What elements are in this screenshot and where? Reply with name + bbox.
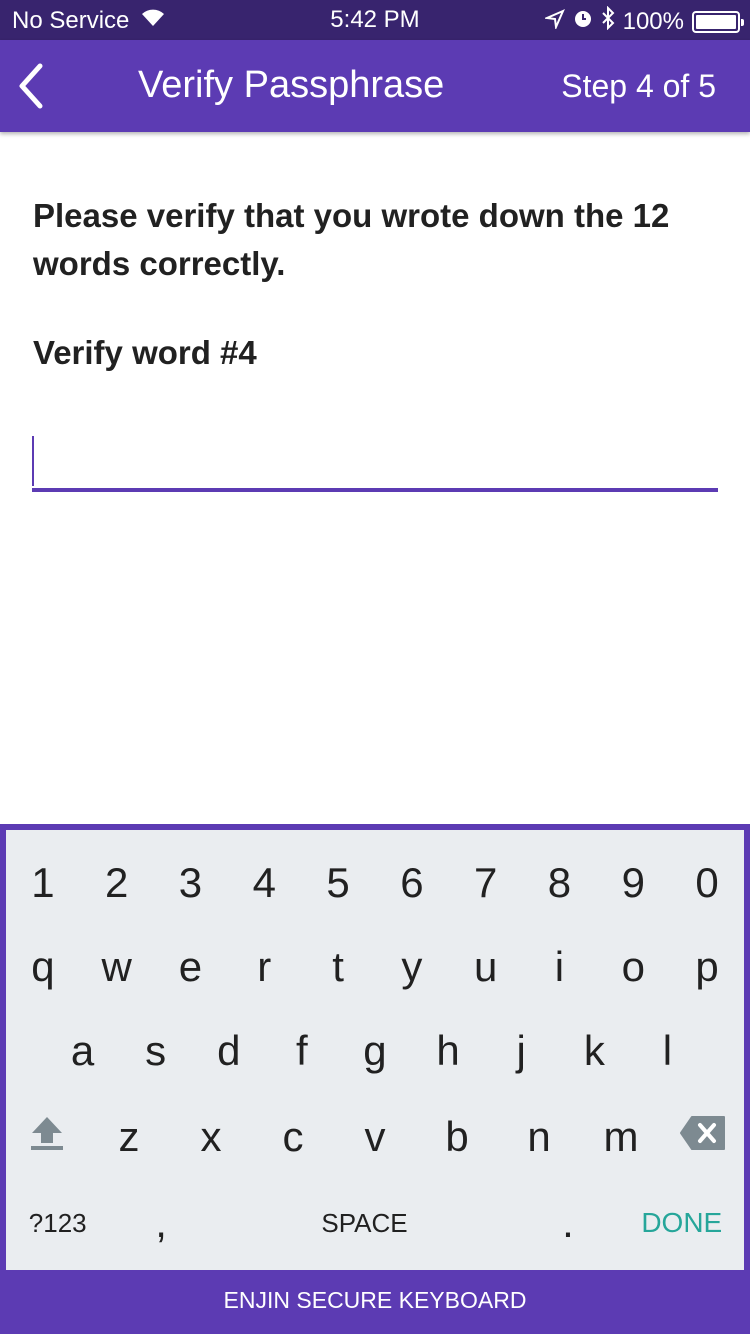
shift-icon bbox=[31, 1117, 63, 1150]
keyboard-row-bottom: ?123 , SPACE . DONE bbox=[6, 1180, 744, 1266]
key[interactable]: y bbox=[382, 943, 442, 991]
keyboard-row-numbers: 1 2 3 4 5 6 7 8 9 0 bbox=[6, 840, 744, 926]
key[interactable]: k bbox=[564, 1027, 624, 1075]
key[interactable]: 2 bbox=[87, 859, 147, 907]
period-key[interactable]: . bbox=[538, 1199, 598, 1247]
step-indicator: Step 4 of 5 bbox=[561, 68, 716, 104]
bluetooth-icon bbox=[601, 5, 615, 37]
key[interactable]: z bbox=[99, 1113, 159, 1161]
status-bar: No Service 5:42 PM 100% bbox=[0, 0, 750, 40]
key[interactable]: x bbox=[181, 1113, 241, 1161]
key[interactable]: e bbox=[160, 943, 220, 991]
back-button[interactable] bbox=[12, 60, 52, 112]
space-key[interactable]: SPACE bbox=[235, 1208, 495, 1239]
key[interactable]: n bbox=[509, 1113, 569, 1161]
key[interactable]: v bbox=[345, 1113, 405, 1161]
symbols-key[interactable]: ?123 bbox=[28, 1208, 88, 1239]
location-icon bbox=[542, 8, 565, 36]
key[interactable]: 3 bbox=[160, 859, 220, 907]
key[interactable]: 0 bbox=[677, 859, 737, 907]
key[interactable]: u bbox=[456, 943, 516, 991]
key[interactable]: m bbox=[591, 1113, 651, 1161]
key[interactable]: 1 bbox=[13, 859, 73, 907]
battery-icon bbox=[692, 10, 744, 33]
key[interactable]: p bbox=[677, 943, 737, 991]
shift-key[interactable] bbox=[17, 1113, 77, 1161]
instructions-text: Please verify that you wrote down the 12… bbox=[33, 197, 670, 282]
key[interactable]: s bbox=[126, 1027, 186, 1075]
done-key[interactable]: DONE bbox=[641, 1207, 722, 1239]
key[interactable]: q bbox=[13, 943, 73, 991]
key[interactable]: j bbox=[491, 1027, 551, 1075]
backspace-key[interactable] bbox=[673, 1113, 733, 1161]
key[interactable]: d bbox=[199, 1027, 259, 1075]
key[interactable]: 8 bbox=[529, 859, 589, 907]
text-cursor bbox=[32, 436, 34, 486]
key[interactable]: b bbox=[427, 1113, 487, 1161]
key[interactable]: l bbox=[637, 1027, 697, 1075]
battery-percent: 100% bbox=[622, 7, 684, 35]
key[interactable]: t bbox=[308, 943, 368, 991]
key[interactable]: 6 bbox=[382, 859, 442, 907]
page-title: Verify Passphrase bbox=[138, 64, 445, 106]
keyboard-row-qwerty: q w e r t y u i o p bbox=[6, 924, 744, 1010]
key[interactable]: r bbox=[234, 943, 294, 991]
chevron-left-icon bbox=[19, 63, 43, 109]
key[interactable]: c bbox=[263, 1113, 323, 1161]
key[interactable]: 5 bbox=[308, 859, 368, 907]
key[interactable]: o bbox=[603, 943, 663, 991]
key[interactable]: w bbox=[87, 943, 147, 991]
key[interactable]: i bbox=[529, 943, 589, 991]
secure-keyboard: 1 2 3 4 5 6 7 8 9 0 q w e r t y u i o p … bbox=[0, 824, 750, 1334]
word-input[interactable] bbox=[32, 430, 718, 492]
key[interactable]: 7 bbox=[456, 859, 516, 907]
key[interactable]: 4 bbox=[234, 859, 294, 907]
alarm-icon bbox=[573, 7, 593, 36]
key[interactable]: a bbox=[53, 1027, 113, 1075]
keyboard-footer: ENJIN SECURE KEYBOARD bbox=[223, 1287, 527, 1313]
key[interactable]: f bbox=[272, 1027, 332, 1075]
status-right: 100% bbox=[542, 5, 744, 37]
key[interactable]: g bbox=[345, 1027, 405, 1075]
verify-word-label: Verify word #4 bbox=[33, 334, 257, 371]
comma-key[interactable]: , bbox=[131, 1199, 191, 1247]
keyboard-row-asdf: a s d f g h j k l bbox=[6, 1008, 744, 1094]
keyboard-row-zxcv: z x c v b n m bbox=[6, 1094, 744, 1180]
key[interactable]: h bbox=[418, 1027, 478, 1075]
backspace-icon bbox=[680, 1116, 725, 1150]
key[interactable]: 9 bbox=[603, 859, 663, 907]
keyboard-keys: 1 2 3 4 5 6 7 8 9 0 q w e r t y u i o p … bbox=[6, 830, 744, 1270]
app-bar: Verify Passphrase Step 4 of 5 bbox=[0, 40, 750, 132]
